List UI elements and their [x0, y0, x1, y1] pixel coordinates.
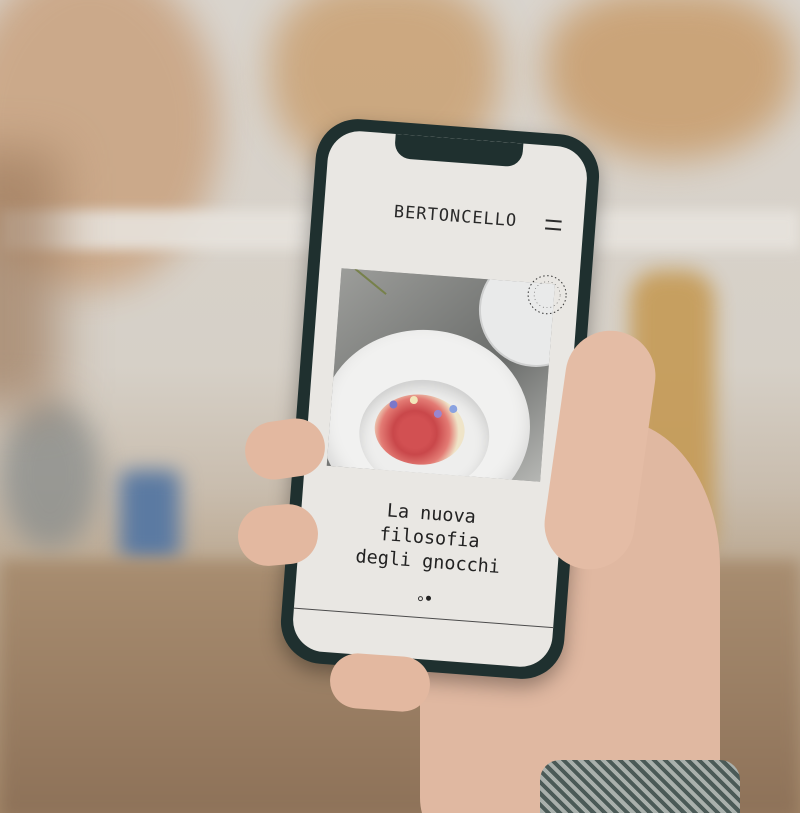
phone-screen: BERTONCELLO La nuova filosofia degli gno…	[290, 128, 590, 670]
circular-badge-icon	[527, 275, 567, 315]
blurred-fan	[0, 400, 100, 550]
carousel-indicator	[417, 595, 434, 602]
blurred-jar	[120, 470, 180, 560]
finger-ring	[328, 651, 432, 714]
blurred-shadow	[0, 150, 60, 410]
photo-scene: BERTONCELLO La nuova filosofia degli gno…	[0, 0, 800, 813]
hamburger-icon[interactable]	[545, 219, 562, 231]
site-header: BERTONCELLO	[323, 197, 585, 246]
brand-logo[interactable]: BERTONCELLO	[393, 202, 518, 231]
hero-image	[326, 268, 555, 482]
divider-line	[293, 607, 554, 629]
carousel-dot-1[interactable]	[417, 595, 424, 602]
sleeve-cuff	[540, 760, 740, 813]
carousel-dot-2-active[interactable]	[425, 595, 432, 601]
hero-headline: La nuova filosofia degli gnocchi	[297, 493, 562, 584]
smartphone: BERTONCELLO La nuova filosofia degli gno…	[277, 116, 603, 682]
